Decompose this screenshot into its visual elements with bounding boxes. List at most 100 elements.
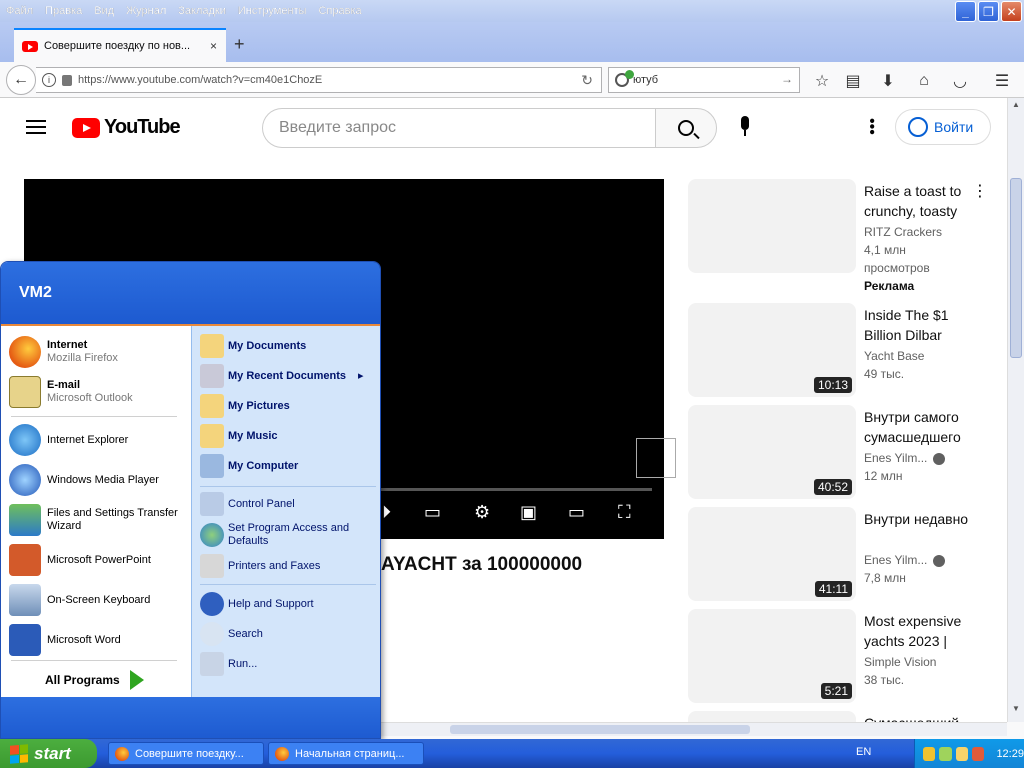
url-text[interactable]: https://www.youtube.com/watch?v=cm40e1Ch… <box>78 74 322 86</box>
miniplayer-icon[interactable]: ▣ <box>520 502 537 523</box>
scrollbar-thumb[interactable] <box>1010 178 1022 358</box>
new-tab-button[interactable]: + <box>234 34 245 55</box>
lock-icon[interactable] <box>62 74 72 86</box>
help-and-support[interactable]: Help and Support <box>200 592 314 616</box>
security-shield-icon[interactable] <box>923 746 936 761</box>
tab-youtube[interactable]: Совершите поездку по нов... × <box>14 28 226 62</box>
home-icon[interactable]: ⌂ <box>914 71 934 91</box>
recommendation-item[interactable]: 40:52 Внутри самого сумасшедшего Enes Yi… <box>688 405 988 501</box>
thumbnail[interactable] <box>688 711 856 722</box>
menu-view[interactable]: Вид <box>88 5 120 17</box>
guide-menu-icon[interactable] <box>26 120 46 134</box>
rec-channel[interactable]: Simple Vision <box>864 655 936 669</box>
info-icon[interactable]: i <box>42 73 56 87</box>
rec-title[interactable]: Внутри самого сумасшедшего <box>864 407 976 447</box>
thumbnail[interactable]: 5:21 <box>688 609 856 703</box>
channel-name[interactable]: Enes Yilm... <box>864 553 927 567</box>
page-scrollbar[interactable]: ▲ ▼ <box>1007 98 1024 722</box>
search-tray-icon[interactable] <box>955 746 969 761</box>
rec-title[interactable]: Inside The $1 Billion Dilbar <box>864 305 976 345</box>
sign-in-button[interactable]: Войти <box>895 109 991 145</box>
menu-tools[interactable]: Инструменты <box>232 5 313 17</box>
tab-close-icon[interactable]: × <box>210 39 217 53</box>
youtube-logo[interactable]: YouTube <box>72 116 181 139</box>
alert-icon[interactable] <box>972 746 985 761</box>
progress-bar[interactable] <box>379 488 652 491</box>
settings-dots-icon[interactable]: ••• <box>862 118 880 135</box>
autoplay-icon[interactable]: ⏵ <box>382 502 391 523</box>
library-icon[interactable]: ▤ <box>843 71 863 91</box>
setting-control-panel[interactable]: Control Panel <box>200 492 295 516</box>
pinned-email[interactable]: E-mail Microsoft Outlook <box>9 376 133 408</box>
rec-channel[interactable]: RITZ Crackers <box>864 225 942 239</box>
place-my-computer[interactable]: My Computer <box>200 454 298 478</box>
recommendation-item[interactable]: 41:11 Внутри недавно Enes Yilm... 7,8 мл… <box>688 507 988 603</box>
program-onscreen-keyboard[interactable]: On-Screen Keyboard <box>9 584 150 616</box>
rec-channel[interactable]: Enes Yilm... <box>864 553 946 567</box>
recommendation-item[interactable]: 5:21 Most expensive yachts 2023 | Simple… <box>688 609 988 705</box>
scroll-down-icon[interactable]: ▼ <box>1010 704 1022 718</box>
place-my-recent-documents[interactable]: My Recent Documents ▸ <box>200 364 364 388</box>
start-button[interactable]: start <box>0 739 97 768</box>
setting-printers[interactable]: Printers and Faxes <box>200 554 320 578</box>
search-bar-text[interactable]: ютуб <box>633 74 658 86</box>
recommendation-item[interactable]: Raise a toast to crunchy, toasty RITZ Cr… <box>688 179 988 297</box>
rec-title[interactable]: Сумасшедший <box>864 713 976 722</box>
menu-bookmarks[interactable]: Закладки <box>172 5 232 17</box>
rec-channel[interactable]: Yacht Base <box>864 349 924 363</box>
reload-icon[interactable]: ↻ <box>581 72 593 89</box>
thumbnail[interactable] <box>688 179 856 273</box>
hscroll-thumb[interactable] <box>450 725 750 734</box>
pinned-internet[interactable]: Internet Mozilla Firefox <box>9 336 118 368</box>
setting-program-access[interactable]: Set Program Access and Defaults <box>200 522 368 548</box>
thumbnail[interactable]: 10:13 <box>688 303 856 397</box>
url-bar[interactable]: i https://www.youtube.com/watch?v=cm40e1… <box>36 67 602 93</box>
back-button[interactable]: ← <box>6 65 36 95</box>
fullscreen-icon[interactable]: ⛶ <box>618 502 631 523</box>
search-bar[interactable]: ютуб → <box>608 67 800 93</box>
menu-history[interactable]: Журнал <box>120 5 172 17</box>
all-programs-button[interactable]: All Programs <box>45 670 144 690</box>
theater-mode-icon[interactable]: ▭ <box>568 502 585 523</box>
minimize-button[interactable]: _ <box>955 1 976 22</box>
search-item[interactable]: Search <box>200 622 263 646</box>
thumbnail[interactable]: 40:52 <box>688 405 856 499</box>
scroll-up-icon[interactable]: ▲ <box>1010 100 1022 114</box>
rec-title[interactable]: Внутри недавно <box>864 509 976 529</box>
settings-icon[interactable]: ⚙ <box>474 502 490 523</box>
program-internet-explorer[interactable]: Internet Explorer <box>9 424 128 456</box>
place-my-music[interactable]: My Music <box>200 424 278 448</box>
youtube-search-button[interactable] <box>655 108 717 148</box>
voice-search-icon[interactable] <box>738 116 752 140</box>
rec-channel[interactable]: Enes Yilm... <box>864 451 946 465</box>
menu-file[interactable]: Файл <box>0 5 39 17</box>
more-actions-icon[interactable]: ⋮ <box>972 181 988 201</box>
rec-title[interactable]: Raise a toast to crunchy, toasty <box>864 181 976 221</box>
thumbnail[interactable]: 41:11 <box>688 507 856 601</box>
rec-title[interactable]: Most expensive yachts 2023 | <box>864 611 976 651</box>
place-my-pictures[interactable]: My Pictures <box>200 394 290 418</box>
language-indicator[interactable]: EN <box>856 746 871 758</box>
search-go-icon[interactable]: → <box>781 72 793 86</box>
bookmark-star-icon[interactable]: ☆ <box>812 71 832 91</box>
run-item[interactable]: Run... <box>200 652 257 676</box>
horizontal-scrollbar[interactable] <box>380 722 1007 736</box>
program-transfer-wizard[interactable]: Files and Settings Transfer Wizard <box>9 504 191 536</box>
pocket-icon[interactable]: ◡ <box>950 71 970 91</box>
place-my-documents[interactable]: My Documents <box>200 334 306 358</box>
hamburger-menu-icon[interactable]: ☰ <box>992 71 1012 91</box>
taskbar-window-homepage[interactable]: Начальная страниц... <box>268 742 424 765</box>
program-powerpoint[interactable]: Microsoft PowerPoint <box>9 544 151 576</box>
clock[interactable]: 12:29 <box>996 748 1024 760</box>
subtitles-icon[interactable]: ▭ <box>424 502 441 523</box>
close-button[interactable]: ✕ <box>1001 1 1022 22</box>
program-word[interactable]: Microsoft Word <box>9 624 121 656</box>
recommendation-item[interactable]: Сумасшедший <box>688 711 988 722</box>
recommendation-item[interactable]: 10:13 Inside The $1 Billion Dilbar Yacht… <box>688 303 988 399</box>
channel-name[interactable]: Enes Yilm... <box>864 451 927 465</box>
youtube-search-input[interactable]: Введите запрос <box>262 108 655 148</box>
download-icon[interactable]: ⬇ <box>878 71 898 91</box>
menu-help[interactable]: Справка <box>312 5 367 17</box>
network-icon[interactable] <box>939 746 952 761</box>
menu-edit[interactable]: Правка <box>39 5 88 17</box>
